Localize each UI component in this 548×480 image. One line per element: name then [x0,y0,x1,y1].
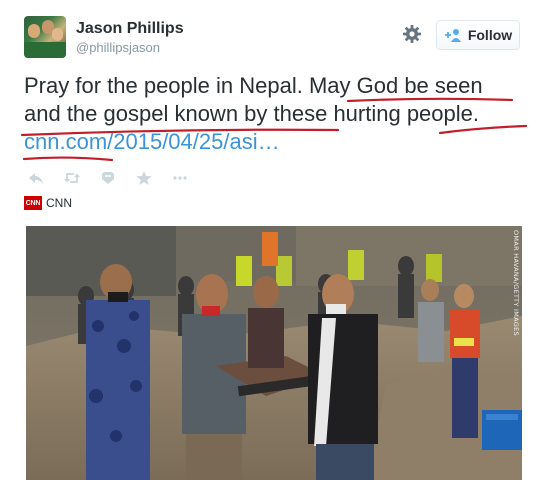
news-photo[interactable]: OMAR HAVANA/GETTY IMAGES [26,226,522,480]
cnn-logo-icon: CNN [24,196,42,210]
reply-icon[interactable] [28,168,64,188]
tweet-actions [28,168,208,188]
tweet-header: Jason Phillips @phillipsjason Follow [24,16,524,64]
user-handle[interactable]: @phillipsjason [76,40,160,55]
star-icon[interactable] [136,168,172,188]
tweet-body: Pray for the people in Nepal. May God be… [24,73,483,126]
follow-button[interactable]: Follow [436,20,520,50]
source-name: CNN [46,196,72,210]
add-user-icon [444,28,462,42]
user-name[interactable]: Jason Phillips [76,20,184,38]
favorite-icon[interactable] [100,168,136,188]
photo-scene [26,226,522,480]
gear-icon[interactable] [402,24,422,44]
photo-credit: OMAR HAVANA/GETTY IMAGES [512,230,520,336]
retweet-icon[interactable] [64,168,100,188]
tweet-link[interactable]: cnn.com/2015/04/25/asi… [24,129,280,154]
tweet-text: Pray for the people in Nepal. May God be… [24,72,524,156]
follow-label: Follow [467,27,513,43]
card-source[interactable]: CNN CNN [24,196,72,210]
more-icon[interactable] [172,168,208,188]
avatar[interactable] [24,16,66,58]
